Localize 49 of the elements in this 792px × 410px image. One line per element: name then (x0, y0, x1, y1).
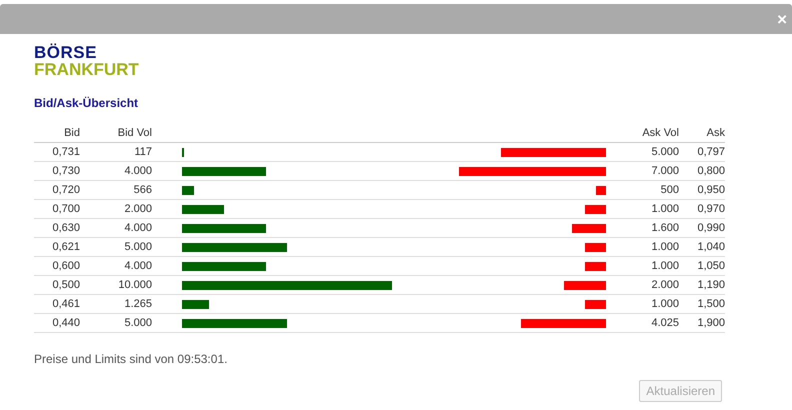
column-header: Bid Vol (118, 126, 152, 141)
table-cell-text: 566 (134, 182, 152, 198)
table-cell-text: 2.000 (124, 202, 152, 217)
table-cell-text: 0,500 (52, 278, 80, 293)
table-cell-text: 10.000 (118, 278, 152, 293)
table-cell-text: 1.600 (651, 220, 679, 236)
table-cell-text: 5.000 (651, 144, 679, 160)
column-header: Ask (706, 126, 725, 141)
table-cell-text: 500 (660, 182, 679, 198)
table-cell-text: 1,500 (697, 296, 725, 312)
timestamp-note: Preise und Limits sind von 09:53:01. (34, 351, 228, 368)
table-cell-text: 1,900 (697, 316, 725, 331)
table-cell-text: 5.000 (124, 240, 152, 255)
table-cell-text: 0,730 (52, 164, 80, 179)
table-cell-text: 2.000 (651, 278, 679, 293)
table-cell-text: 0,990 (697, 220, 725, 236)
table-cell-text: 0,440 (52, 316, 80, 331)
logo-text: BÖRSE (34, 44, 97, 61)
table-cell-text: 0,700 (52, 202, 80, 217)
table-cell-text: 0,630 (52, 220, 80, 236)
table-cell-text: 1.000 (651, 258, 679, 274)
column-header: Ask Vol (642, 126, 679, 141)
table-cell-text: 1,040 (697, 240, 725, 255)
table-cell-text: 1,050 (697, 258, 725, 274)
column-header: Bid (64, 126, 80, 141)
table-cell-text: 0,970 (697, 202, 725, 217)
table-cell-text: 0,800 (697, 164, 725, 179)
table-cell-text: 4.000 (124, 164, 152, 179)
table-cell-text: 5.000 (124, 316, 152, 331)
close-button[interactable]: × (775, 10, 789, 28)
table-cell-text: 0,950 (697, 182, 725, 198)
table-cell-text: 0,720 (52, 182, 80, 198)
table-cell-text: 7.000 (651, 164, 679, 179)
table-cell-text: 0,621 (52, 240, 80, 255)
logo-text: FRANKFURT (34, 61, 139, 78)
table-cell-text: 1.000 (651, 202, 679, 217)
section-title: Bid/Ask-Übersicht (34, 95, 138, 112)
table-cell-text: 4.025 (651, 316, 679, 331)
table-cell-text: 0,461 (52, 296, 80, 312)
table-cell-text: 1.000 (651, 240, 679, 255)
table-cell-text: 1.265 (124, 296, 152, 312)
table-cell-text: 0,797 (697, 144, 725, 160)
table-cell-text: 4.000 (124, 258, 152, 274)
table-cell-text: 0,731 (52, 144, 80, 160)
table-cell-text: 4.000 (124, 220, 152, 236)
table-cell-text: 117 (134, 144, 152, 160)
table-cell-text: 1.000 (651, 296, 679, 312)
table-cell-text: 1,190 (697, 278, 725, 293)
table-cell-text: 0,600 (52, 258, 80, 274)
